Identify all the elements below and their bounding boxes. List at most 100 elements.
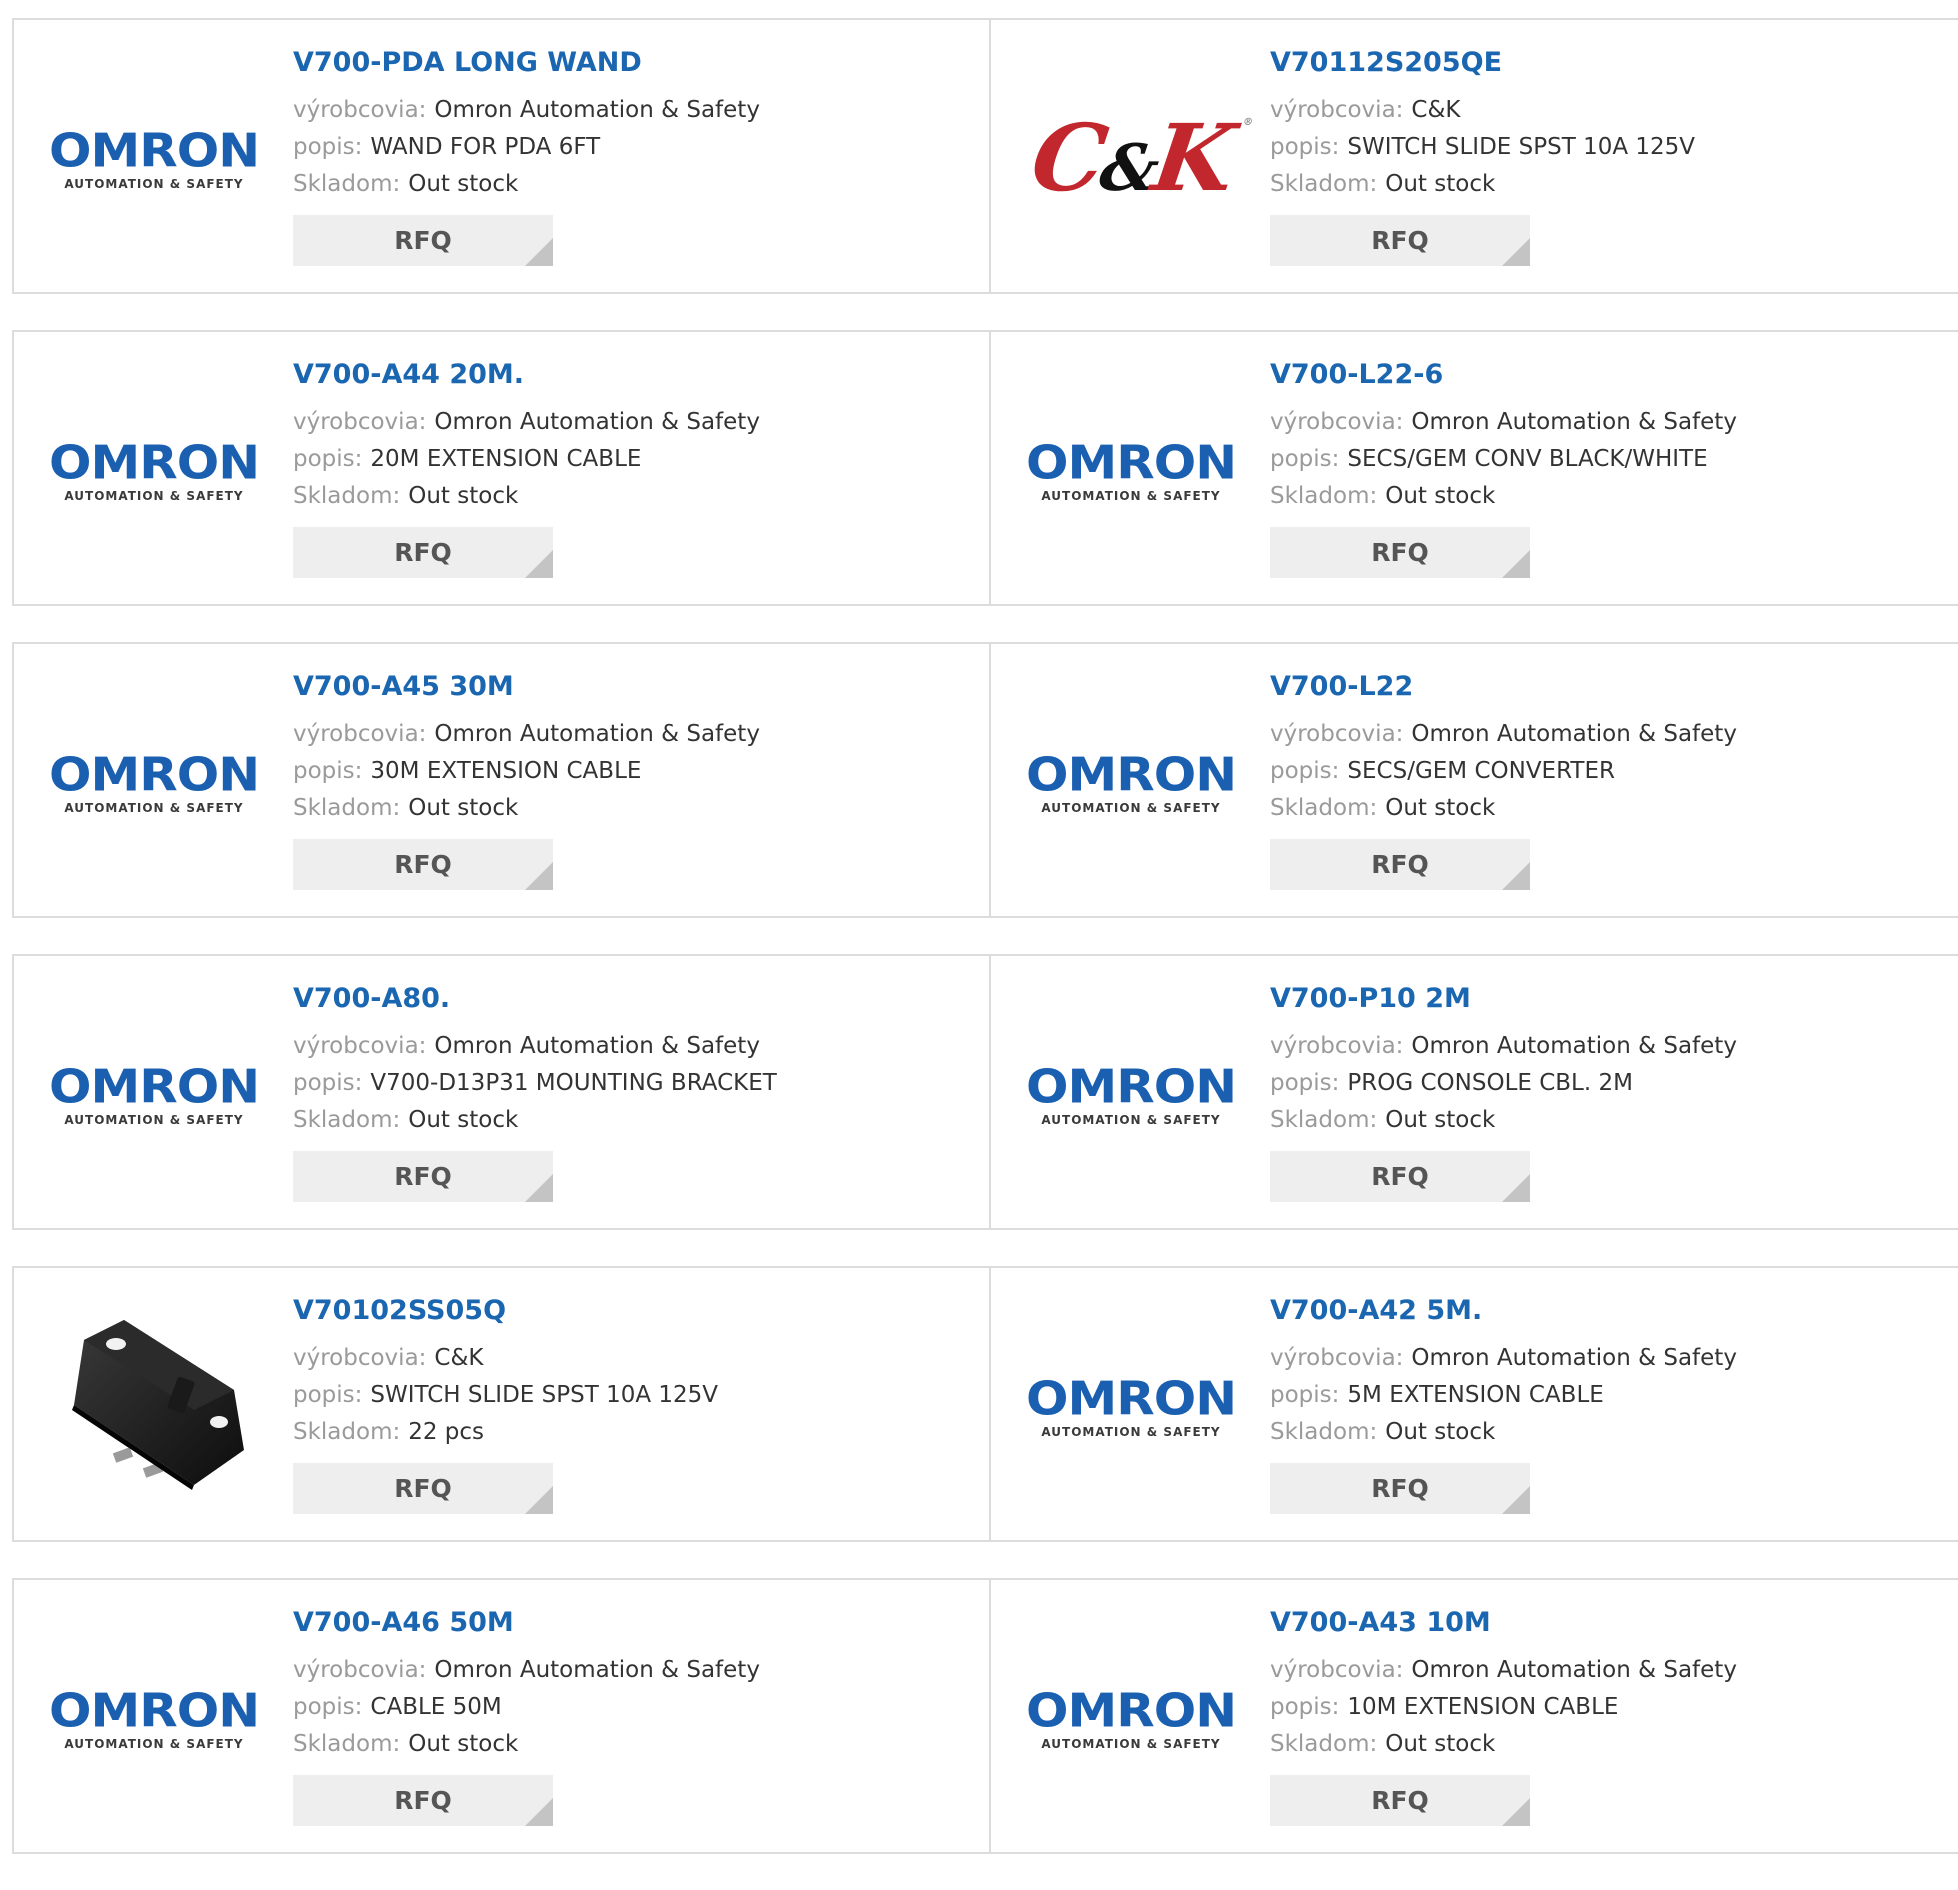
stock-value: Out stock bbox=[1385, 1107, 1496, 1133]
rfq-button[interactable]: RFQ bbox=[1270, 839, 1530, 890]
description-value: 5M EXTENSION CABLE bbox=[1347, 1382, 1604, 1408]
description-label: popis: bbox=[1270, 1070, 1340, 1096]
stock-line: Skladom: Out stock bbox=[1270, 166, 1695, 203]
stock-label: Skladom: bbox=[293, 795, 401, 821]
part-number-link[interactable]: V700-A43 10M bbox=[1270, 1608, 1737, 1638]
description-label: popis: bbox=[1270, 1382, 1340, 1408]
description-label: popis: bbox=[293, 1070, 363, 1096]
description-line: popis: 10M EXTENSION CABLE bbox=[1270, 1689, 1737, 1726]
rfq-button[interactable]: RFQ bbox=[1270, 1775, 1530, 1826]
omron-logo-word: OMRON bbox=[1025, 1684, 1237, 1738]
corner-fold-icon bbox=[1502, 1798, 1530, 1826]
rfq-button[interactable]: RFQ bbox=[1270, 1463, 1530, 1514]
manufacturer-value: Omron Automation & Safety bbox=[434, 1033, 760, 1059]
stock-value: Out stock bbox=[408, 1107, 519, 1133]
rfq-button-label: RFQ bbox=[394, 850, 452, 879]
corner-fold-icon bbox=[525, 1486, 553, 1514]
omron-logo-tagline: AUTOMATION & SAFETY bbox=[1041, 801, 1221, 815]
omron-logo-word: OMRON bbox=[48, 1684, 260, 1738]
product-info: V700-PDA LONG WAND výrobcovia: Omron Auto… bbox=[293, 48, 760, 266]
rfq-button-label: RFQ bbox=[1371, 226, 1429, 255]
omron-logo-tagline: AUTOMATION & SAFETY bbox=[64, 177, 244, 191]
manufacturer-label: výrobcovia: bbox=[1270, 97, 1404, 123]
stock-value: Out stock bbox=[1385, 1419, 1496, 1445]
product-info: V700-A44 20M. výrobcovia: Omron Automatio… bbox=[293, 360, 760, 578]
stock-line: Skladom: Out stock bbox=[1270, 1414, 1737, 1451]
manufacturer-line: výrobcovia: Omron Automation & Safety bbox=[1270, 1340, 1737, 1377]
rfq-button[interactable]: RFQ bbox=[1270, 215, 1530, 266]
description-line: popis: SECS/GEM CONVERTER bbox=[1270, 753, 1737, 790]
rfq-button[interactable]: RFQ bbox=[293, 527, 553, 578]
rfq-button[interactable]: RFQ bbox=[1270, 527, 1530, 578]
description-value: SWITCH SLIDE SPST 10A 125V bbox=[1347, 134, 1696, 160]
description-line: popis: PROG CONSOLE CBL. 2M bbox=[1270, 1065, 1737, 1102]
description-label: popis: bbox=[1270, 1694, 1340, 1720]
manufacturer-logo: OMRON AUTOMATION & SAFETY bbox=[48, 1668, 260, 1768]
corner-fold-icon bbox=[1502, 1486, 1530, 1514]
part-number-link[interactable]: V70112S205QE bbox=[1270, 48, 1695, 78]
part-number-link[interactable]: V700-L22-6 bbox=[1270, 360, 1737, 390]
omron-logo-tagline: AUTOMATION & SAFETY bbox=[64, 801, 244, 815]
description-line: popis: SWITCH SLIDE SPST 10A 125V bbox=[293, 1377, 718, 1414]
manufacturer-line: výrobcovia: Omron Automation & Safety bbox=[293, 1652, 760, 1689]
stock-value: Out stock bbox=[408, 483, 519, 509]
part-number-link[interactable]: V700-A42 5M. bbox=[1270, 1296, 1737, 1326]
manufacturer-label: výrobcovia: bbox=[1270, 1345, 1404, 1371]
stock-line: Skladom: Out stock bbox=[293, 478, 760, 515]
description-line: popis: 5M EXTENSION CABLE bbox=[1270, 1377, 1737, 1414]
part-number-link[interactable]: V700-A46 50M bbox=[293, 1608, 760, 1638]
slide-switch-photo-icon bbox=[72, 1320, 244, 1490]
product-card: OMRON AUTOMATION & SAFETY V700-A46 50M v… bbox=[12, 1578, 991, 1854]
product-row: OMRON AUTOMATION & SAFETY V700-A44 20M. … bbox=[12, 330, 1958, 606]
omron-logo-tagline: AUTOMATION & SAFETY bbox=[1041, 489, 1221, 503]
stock-label: Skladom: bbox=[293, 1731, 401, 1757]
manufacturer-label: výrobcovia: bbox=[1270, 1657, 1404, 1683]
manufacturer-value: Omron Automation & Safety bbox=[1411, 1033, 1737, 1059]
stock-value: Out stock bbox=[408, 795, 519, 821]
description-value: SWITCH SLIDE SPST 10A 125V bbox=[370, 1382, 719, 1408]
corner-fold-icon bbox=[525, 550, 553, 578]
stock-value: Out stock bbox=[1385, 1731, 1496, 1757]
part-number-link[interactable]: V700-L22 bbox=[1270, 672, 1737, 702]
manufacturer-logo: OMRON AUTOMATION & SAFETY bbox=[48, 1044, 260, 1144]
description-label: popis: bbox=[1270, 134, 1340, 160]
ck-logo: C&K ® bbox=[1025, 104, 1249, 212]
manufacturer-label: výrobcovia: bbox=[1270, 409, 1404, 435]
rfq-button[interactable]: RFQ bbox=[293, 839, 553, 890]
part-number-link[interactable]: V700-A80. bbox=[293, 984, 777, 1014]
description-value: 10M EXTENSION CABLE bbox=[1347, 1694, 1619, 1720]
part-number-link[interactable]: V700-P10 2M bbox=[1270, 984, 1737, 1014]
part-number-link[interactable]: V700-PDA LONG WAND bbox=[293, 48, 760, 78]
rfq-button-label: RFQ bbox=[1371, 1786, 1429, 1815]
omron-logo: OMRON AUTOMATION & SAFETY bbox=[1026, 750, 1237, 815]
stock-label: Skladom: bbox=[1270, 483, 1378, 509]
description-line: popis: SECS/GEM CONV BLACK/WHITE bbox=[1270, 441, 1737, 478]
rfq-button[interactable]: RFQ bbox=[1270, 1151, 1530, 1202]
stock-line: Skladom: Out stock bbox=[1270, 1102, 1737, 1139]
manufacturer-label: výrobcovia: bbox=[1270, 721, 1404, 747]
omron-logo-tagline: AUTOMATION & SAFETY bbox=[64, 1737, 244, 1751]
description-value: SECS/GEM CONV BLACK/WHITE bbox=[1347, 446, 1708, 472]
manufacturer-line: výrobcovia: C&K bbox=[293, 1340, 718, 1377]
rfq-button[interactable]: RFQ bbox=[293, 215, 553, 266]
stock-value: Out stock bbox=[1385, 483, 1496, 509]
manufacturer-label: výrobcovia: bbox=[293, 409, 427, 435]
manufacturer-value: Omron Automation & Safety bbox=[1411, 1657, 1737, 1683]
description-label: popis: bbox=[293, 1382, 363, 1408]
stock-value: Out stock bbox=[408, 1731, 519, 1757]
product-grid: OMRON AUTOMATION & SAFETY V700-PDA LONG … bbox=[12, 18, 1958, 1890]
part-number-link[interactable]: V700-A44 20M. bbox=[293, 360, 760, 390]
rfq-button-label: RFQ bbox=[1371, 538, 1429, 567]
manufacturer-logo: OMRON AUTOMATION & SAFETY bbox=[48, 732, 260, 832]
rfq-button[interactable]: RFQ bbox=[293, 1775, 553, 1826]
stock-value: Out stock bbox=[1385, 795, 1496, 821]
manufacturer-value: Omron Automation & Safety bbox=[434, 409, 760, 435]
part-number-link[interactable]: V700-A45 30M bbox=[293, 672, 760, 702]
stock-label: Skladom: bbox=[293, 1107, 401, 1133]
corner-fold-icon bbox=[525, 862, 553, 890]
part-number-link[interactable]: V70102SS05Q bbox=[293, 1296, 718, 1326]
rfq-button[interactable]: RFQ bbox=[293, 1151, 553, 1202]
manufacturer-value: Omron Automation & Safety bbox=[434, 97, 760, 123]
rfq-button[interactable]: RFQ bbox=[293, 1463, 553, 1514]
product-info: V700-A42 5M. výrobcovia: Omron Automation… bbox=[1270, 1296, 1737, 1514]
